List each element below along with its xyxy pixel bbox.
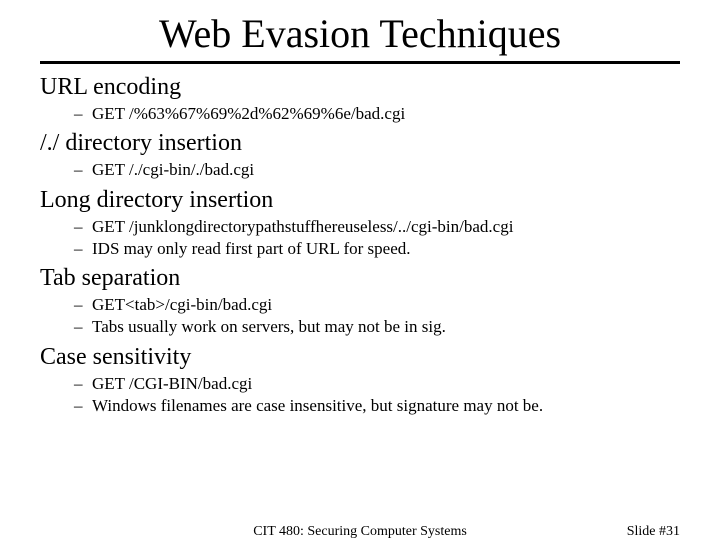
slide-title: Web Evasion Techniques [40, 10, 680, 57]
title-rule [40, 61, 680, 64]
slide: Web Evasion Techniques URL encoding GET … [0, 0, 720, 540]
bullet-item: GET /junklongdirectorypathstuffhereusele… [92, 216, 680, 237]
bullet-item: Windows filenames are case insensitive, … [92, 395, 680, 416]
bullet-item: GET<tab>/cgi-bin/bad.cgi [92, 294, 680, 315]
bullet-item: IDS may only read first part of URL for … [92, 238, 680, 259]
section-heading: Long directory insertion [40, 187, 680, 214]
bullet-item: GET /CGI-BIN/bad.cgi [92, 373, 680, 394]
bullet-item: GET /%63%67%69%2d%62%69%6e/bad.cgi [92, 103, 680, 124]
bullet-item: Tabs usually work on servers, but may no… [92, 316, 680, 337]
section-heading: Tab separation [40, 265, 680, 292]
footer-right: Slide #31 [627, 524, 680, 540]
section-heading: /./ directory insertion [40, 130, 680, 157]
section-heading: URL encoding [40, 74, 680, 101]
bullet-item: GET /./cgi-bin/./bad.cgi [92, 159, 680, 180]
section-heading: Case sensitivity [40, 344, 680, 371]
footer-center: CIT 480: Securing Computer Systems [0, 524, 720, 540]
